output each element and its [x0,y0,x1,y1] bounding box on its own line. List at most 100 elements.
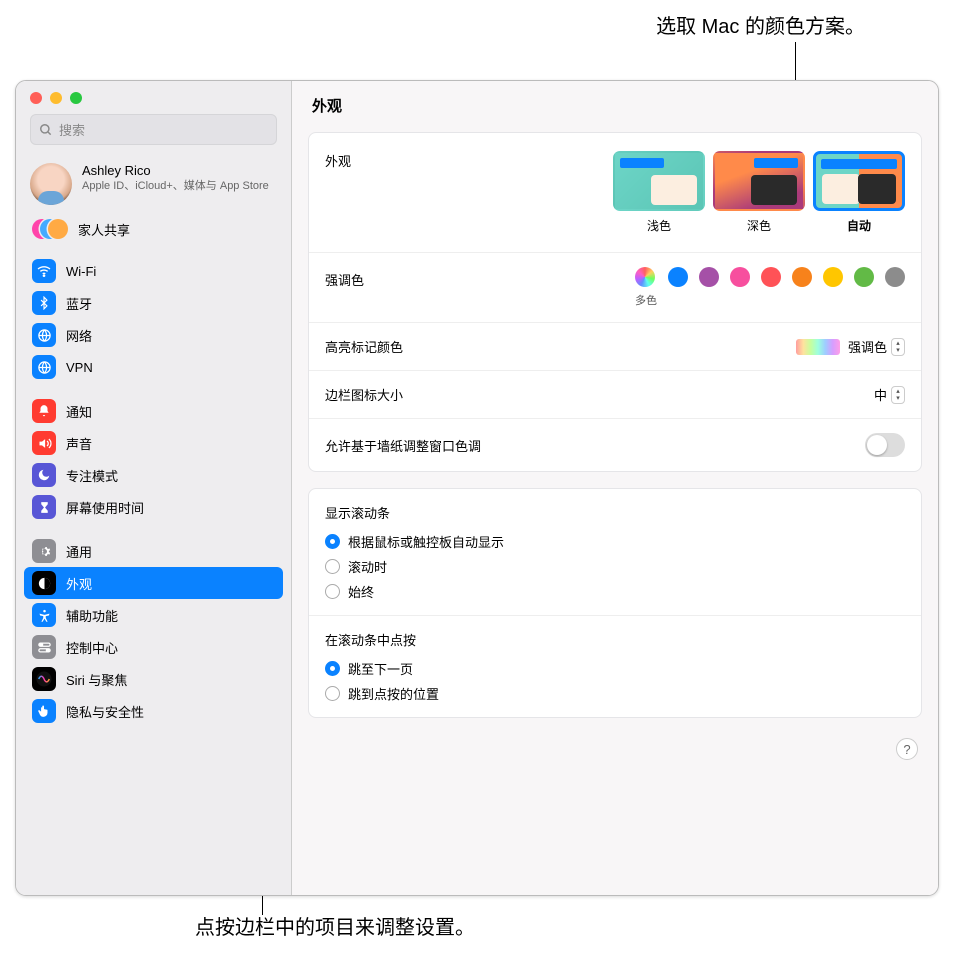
accent-label: 强调色 [325,267,635,289]
sidebar: 搜索 Ashley Rico Apple ID、iCloud+、媒体与 App … [16,81,292,895]
highlight-swatch-icon [796,339,840,355]
sidebar-item-label: 专注模式 [66,466,118,485]
close-button[interactable] [30,92,42,104]
scrollbars-option-1[interactable]: 滚动时 [325,557,504,576]
moon-icon [32,463,56,487]
search-placeholder: 搜索 [59,120,85,139]
family-label: 家人共享 [78,220,130,239]
accent-purple[interactable] [699,267,719,287]
radio-label: 始终 [348,582,374,601]
appearance-icon [32,571,56,595]
sidebar-item-通用[interactable]: 通用 [24,535,283,567]
sidebar-item-label: 控制中心 [66,638,118,657]
switches-icon [32,635,56,659]
sidebar-item-Wi-Fi[interactable]: Wi-Fi [24,255,283,287]
sound-icon [32,431,56,455]
radio-icon [325,559,340,574]
appearance-thumb-dark [713,151,805,211]
sidebar-item-通知[interactable]: 通知 [24,395,283,427]
appearance-panel: 外观 浅色深色自动 强调色 多色 高亮标记颜色 强调色 ▴▾ [308,132,922,472]
updown-icon: ▴▾ [891,386,905,404]
accent-pink[interactable] [730,267,750,287]
highlight-label: 高亮标记颜色 [325,337,796,356]
scrollbars-option-0[interactable]: 根据鼠标或触控板自动显示 [325,532,504,551]
radio-icon [325,584,340,599]
page-title: 外观 [292,81,938,128]
highlight-select[interactable]: 强调色 ▴▾ [848,337,905,356]
sidebar-size-value: 中 [874,385,887,404]
tint-toggle[interactable] [865,433,905,457]
search-input[interactable]: 搜索 [30,114,277,145]
updown-icon: ▴▾ [891,338,905,356]
appearance-option-label: 自动 [813,217,905,234]
annotation-top: 选取 Mac 的颜色方案。 [656,10,865,39]
sidebar-item-family[interactable]: 家人共享 [16,213,291,251]
sidebar-item-label: 外观 [66,574,92,593]
appearance-option-label: 浅色 [613,217,705,234]
sidebar-item-label: 隐私与安全性 [66,702,144,721]
accent-red[interactable] [761,267,781,287]
tint-label: 允许基于墙纸调整窗口色调 [325,436,865,455]
sidebar-item-VPN[interactable]: VPN [24,351,283,383]
sidebar-item-屏幕使用时间[interactable]: 屏幕使用时间 [24,491,283,523]
hand-icon [32,699,56,723]
radio-label: 根据鼠标或触控板自动显示 [348,532,504,551]
globe-icon [32,355,56,379]
sidebar-item-专注模式[interactable]: 专注模式 [24,459,283,491]
accent-graphite[interactable] [885,267,905,287]
accent-blue[interactable] [668,267,688,287]
sidebar-item-label: Siri 与聚焦 [66,670,127,689]
radio-label: 滚动时 [348,557,387,576]
sidebar-item-控制中心[interactable]: 控制中心 [24,631,283,663]
bluetooth-icon [32,291,56,315]
family-icon [32,219,68,239]
scrollbars-title: 显示滚动条 [325,503,390,522]
sidebar-item-蓝牙[interactable]: 蓝牙 [24,287,283,319]
sidebar-item-网络[interactable]: 网络 [24,319,283,351]
search-icon [39,123,53,137]
annotation-bottom: 点按边栏中的项目来调整设置。 [195,911,475,940]
sidebar-item-label: 通用 [66,542,92,561]
sidebar-size-label: 边栏图标大小 [325,385,874,404]
gear-icon [32,539,56,563]
siri-icon [32,667,56,691]
appearance-option-label: 深色 [713,217,805,234]
accessibility-icon [32,603,56,627]
user-sub: Apple ID、iCloud+、媒体与 App Store [82,179,269,193]
scrollbars-option-2[interactable]: 始终 [325,582,504,601]
globe-icon [32,323,56,347]
sidebar-item-label: 声音 [66,434,92,453]
sidebar-item-隐私与安全性[interactable]: 隐私与安全性 [24,695,283,727]
sidebar-item-声音[interactable]: 声音 [24,427,283,459]
appearance-label: 外观 [325,151,613,170]
sidebar-item-label: 通知 [66,402,92,421]
appearance-thumb-auto [813,151,905,211]
radio-label: 跳至下一页 [348,659,413,678]
sidebar-item-label: VPN [66,360,93,375]
appearance-option-light[interactable]: 浅色 [613,151,705,234]
accent-multicolor-label: 多色 [635,292,657,308]
sidebar-item-Siri 与聚焦[interactable]: Siri 与聚焦 [24,663,283,695]
sidebar-item-辅助功能[interactable]: 辅助功能 [24,599,283,631]
sidebar-size-select[interactable]: 中 ▴▾ [874,385,905,404]
sidebar-item-label: 辅助功能 [66,606,118,625]
minimize-button[interactable] [50,92,62,104]
zoom-button[interactable] [70,92,82,104]
help-button[interactable]: ? [896,738,918,760]
sidebar-item-外观[interactable]: 外观 [24,567,283,599]
scrollclick-option-1[interactable]: 跳到点按的位置 [325,684,439,703]
wifi-icon [32,259,56,283]
scrollclick-option-0[interactable]: 跳至下一页 [325,659,439,678]
accent-multicolor[interactable] [635,267,655,287]
sidebar-item-label: Wi-Fi [66,264,96,279]
bell-icon [32,399,56,423]
appearance-option-auto[interactable]: 自动 [813,151,905,234]
accent-green[interactable] [854,267,874,287]
sidebar-item-label: 屏幕使用时间 [66,498,144,517]
accent-orange[interactable] [792,267,812,287]
sidebar-item-apple-id[interactable]: Ashley Rico Apple ID、iCloud+、媒体与 App Sto… [16,153,291,213]
radio-icon [325,686,340,701]
appearance-option-dark[interactable]: 深色 [713,151,805,234]
window-controls [16,81,291,110]
accent-yellow[interactable] [823,267,843,287]
